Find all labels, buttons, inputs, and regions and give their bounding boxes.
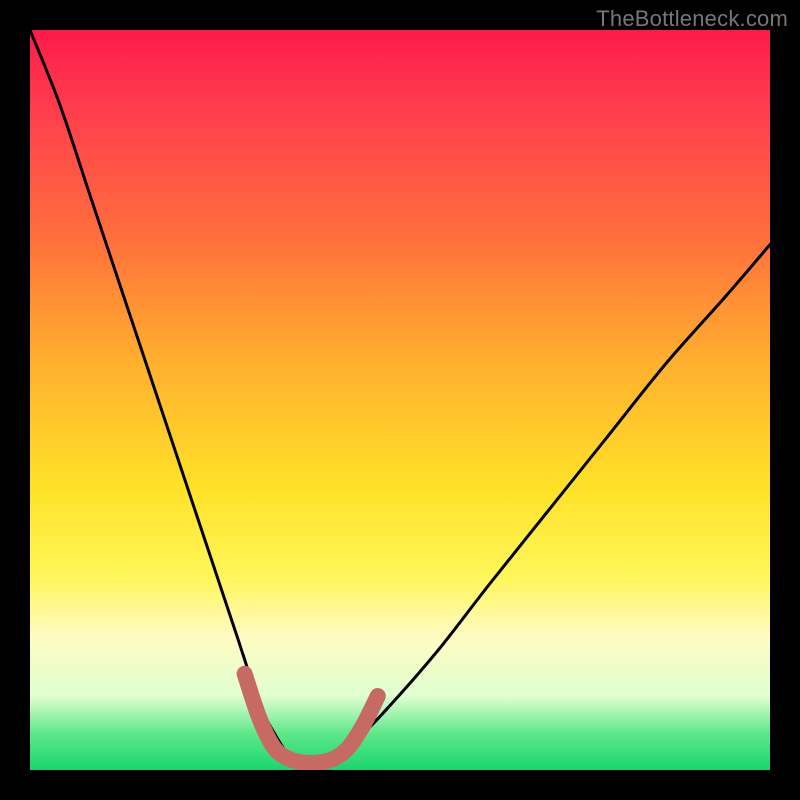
- chart-svg: [30, 30, 770, 770]
- plot-area: [30, 30, 770, 770]
- watermark-text: TheBottleneck.com: [596, 6, 788, 32]
- bottleneck-curve: [30, 30, 770, 764]
- optimal-zone-marker: [245, 674, 378, 763]
- chart-frame: TheBottleneck.com: [0, 0, 800, 800]
